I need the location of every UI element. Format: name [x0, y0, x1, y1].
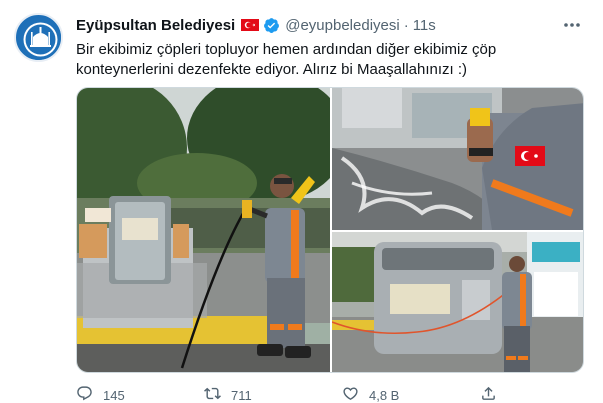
display-name[interactable]: Eyüpsultan Belediyesi: [76, 17, 235, 34]
share-icon: [480, 385, 497, 403]
timestamp[interactable]: 11s: [413, 17, 436, 34]
action-bar: 145 711 4,8 B: [76, 385, 586, 403]
turkey-flag-icon: [241, 19, 260, 31]
retweet-button[interactable]: 711: [204, 385, 252, 403]
retweet-count: 711: [231, 387, 252, 403]
more-dots-icon[interactable]: [561, 15, 583, 35]
retweet-icon: [204, 385, 221, 403]
share-button[interactable]: [480, 385, 497, 403]
avatar[interactable]: [14, 13, 63, 62]
reply-button[interactable]: 145: [76, 385, 125, 403]
photo-container-disinfection[interactable]: [332, 232, 583, 372]
photo-worker-spraying[interactable]: [77, 88, 330, 372]
reply-count: 145: [103, 387, 125, 403]
separator-dot: ·: [403, 16, 409, 34]
tweet[interactable]: Eyüpsultan Belediyesi @eyupbelediyesi · …: [0, 0, 603, 403]
like-button[interactable]: 4,8 B: [342, 385, 399, 403]
handle[interactable]: @eyupbelediyesi: [285, 17, 399, 34]
reply-icon: [76, 385, 93, 403]
photo-flag-patch-closeup[interactable]: [332, 88, 583, 230]
media-grid[interactable]: [76, 87, 584, 373]
tweet-header: Eyüpsultan Belediyesi @eyupbelediyesi · …: [76, 15, 583, 35]
like-count: 4,8 B: [369, 387, 400, 403]
heart-icon: [342, 385, 359, 403]
verified-badge-icon: [263, 17, 280, 34]
tweet-text: Bir ekibimiz çöpleri topluyor hemen ardı…: [76, 41, 497, 78]
